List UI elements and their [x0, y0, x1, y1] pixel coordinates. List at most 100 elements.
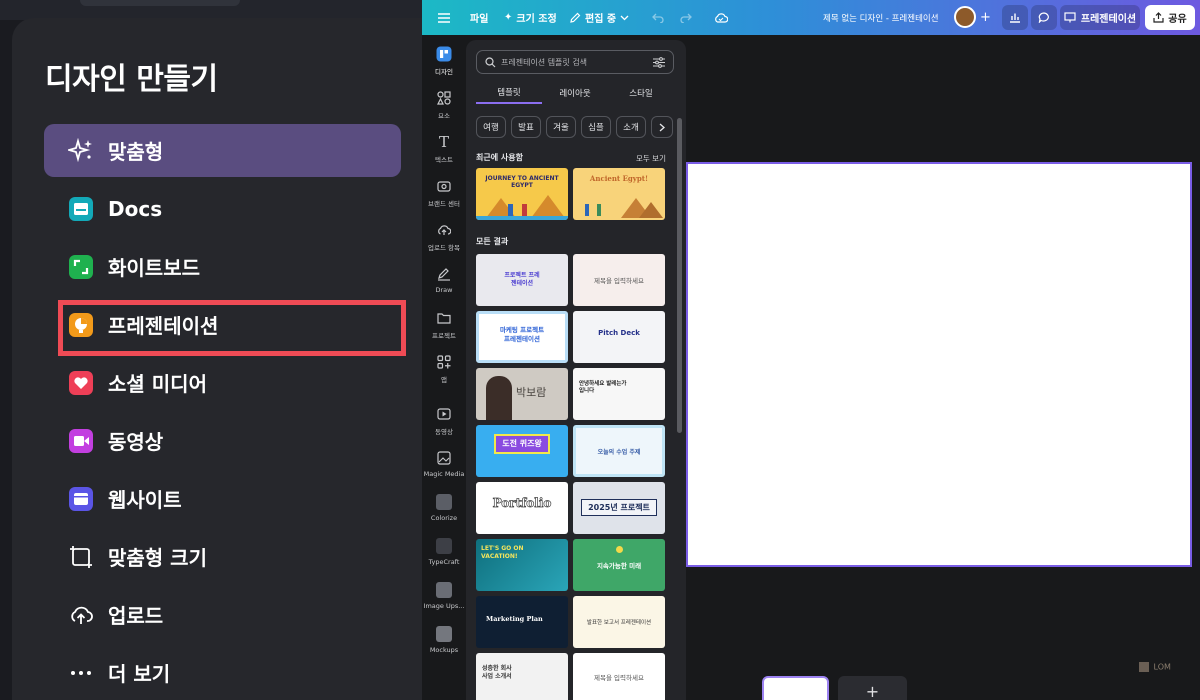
rail-item-elements[interactable]: 요소: [422, 89, 466, 120]
redo-icon[interactable]: [680, 0, 692, 35]
document-title[interactable]: 제목 없는 디자인 - 프레젠테이션: [823, 0, 939, 35]
template-title: LET'S GO ON VACATION!: [481, 545, 524, 560]
menu-item-custom-size[interactable]: 맞춤형 크기: [44, 530, 401, 583]
magic-media-icon: [435, 449, 453, 467]
recent-template-1[interactable]: JOURNEY TO ANCIENT EGYPT: [476, 168, 568, 220]
filter-icon[interactable]: [653, 57, 665, 68]
chip-simple[interactable]: 심플: [581, 116, 611, 138]
panel-scrollbar[interactable]: [677, 118, 682, 433]
rail-item-brand[interactable]: 브랜드 센터: [422, 177, 466, 208]
comment-icon[interactable]: [1031, 5, 1057, 30]
menu-item-social-media[interactable]: 소셜 미디어: [44, 356, 401, 409]
present-button[interactable]: 프레젠테이션: [1060, 5, 1140, 30]
menu-item-custom[interactable]: 맞춤형: [44, 124, 401, 177]
filter-chips: 여행 발표 겨울 심플 소개: [476, 116, 676, 138]
rail-item-projects[interactable]: 프로젝트: [422, 309, 466, 340]
rail-item-typecraft[interactable]: TypeCraft: [422, 537, 466, 566]
page-thumbnail[interactable]: [762, 676, 829, 700]
template-title: Portfolio: [492, 496, 552, 511]
editor-topbar: 파일 ✦ 크기 조정 편집 중 제목 없는 디자인 - 프레젠테이션 + 프레젠…: [422, 0, 1200, 35]
rail-item-image-upscaler[interactable]: Image Ups...: [422, 581, 466, 610]
add-collaborator-icon[interactable]: +: [980, 0, 991, 35]
menu-item-whiteboard[interactable]: 화이트보드: [44, 240, 401, 293]
rail-item-draw[interactable]: Draw: [422, 265, 466, 294]
resize-star-icon: ✦: [504, 12, 513, 23]
menu-item-upload[interactable]: 업로드: [44, 588, 401, 641]
rail-item-text[interactable]: T 텍스트: [422, 133, 466, 164]
video-icon: [435, 405, 453, 423]
template-result-13[interactable]: Marketing Plan: [476, 596, 568, 648]
website-icon: [66, 484, 96, 514]
rail-item-magic-media[interactable]: Magic Media: [422, 449, 466, 478]
recent-template-2[interactable]: Ancient Egypt!: [573, 168, 665, 220]
rail-label: 브랜드 센터: [428, 200, 460, 208]
tab-templates[interactable]: 템플릿: [476, 82, 542, 104]
rail-label: 동영상: [435, 428, 453, 436]
rail-label: TypeCraft: [428, 558, 460, 566]
chip-intro[interactable]: 소개: [616, 116, 646, 138]
menu-item-website[interactable]: 웹사이트: [44, 472, 401, 525]
rail-item-uploads[interactable]: 업로드 항목: [422, 221, 466, 252]
template-result-8[interactable]: 오늘의 수업 주제: [573, 425, 665, 477]
side-rail: 디자인 요소 T 텍스트 브랜드 센터 업로드 항목 Draw 프로젝트 앱 동…: [422, 35, 466, 700]
resize-icon: [66, 542, 96, 572]
templates-panel: 프레젠테이션 템플릿 검색 템플릿 레이아웃 스타일 여행 발표 겨울 심플 소…: [466, 40, 686, 700]
resize-menu[interactable]: ✦ 크기 조정: [504, 0, 557, 35]
template-result-2[interactable]: 제목을 입력하세요: [573, 254, 665, 306]
panel-tabs: 템플릿 레이아웃 스타일: [476, 82, 674, 104]
template-result-11[interactable]: LET'S GO ON VACATION!: [476, 539, 568, 591]
template-title: JOURNEY TO ANCIENT EGYPT: [485, 175, 559, 189]
rail-item-colorize[interactable]: Colorize: [422, 493, 466, 522]
template-result-9[interactable]: Portfolio: [476, 482, 568, 534]
docs-icon: [66, 194, 96, 224]
menu-item-docs[interactable]: Docs: [44, 182, 401, 235]
chip-travel[interactable]: 여행: [476, 116, 506, 138]
template-result-4[interactable]: Pitch Deck: [573, 311, 665, 363]
whiteboard-icon: [66, 252, 96, 282]
design-page[interactable]: [686, 162, 1192, 567]
rail-label: Mockups: [429, 646, 459, 654]
template-result-7[interactable]: 도전 퀴즈왕: [476, 425, 568, 477]
template-result-14[interactable]: 발표한 보고서 프레젠테이션: [573, 596, 665, 648]
chip-winter[interactable]: 겨울: [546, 116, 576, 138]
recent-label: 최근에 사용함: [476, 153, 523, 162]
template-result-15[interactable]: 성층한 회사 사업 소개서: [476, 653, 568, 700]
rail-item-apps[interactable]: 앱: [422, 353, 466, 384]
file-menu[interactable]: 파일: [470, 0, 488, 35]
cloud-saved-icon[interactable]: [714, 0, 728, 35]
menu-item-label: 맞춤형: [108, 140, 164, 164]
insights-icon[interactable]: [1002, 5, 1028, 30]
hamburger-menu-icon[interactable]: [438, 0, 450, 35]
add-page-button[interactable]: +: [838, 676, 907, 700]
image-upscaler-icon: [435, 581, 453, 599]
undo-icon[interactable]: [652, 0, 664, 35]
see-all-link[interactable]: 모두 보기: [636, 153, 666, 164]
typecraft-icon: [435, 537, 453, 555]
template-result-1[interactable]: 프로젝트 프레젠테이션: [476, 254, 568, 306]
template-search-input[interactable]: 프레젠테이션 템플릿 검색: [476, 50, 674, 74]
template-result-16[interactable]: 제목을 입력하세요: [573, 653, 665, 700]
avatar[interactable]: [954, 6, 976, 28]
tab-layouts[interactable]: 레이아웃: [542, 82, 608, 104]
share-button[interactable]: 공유: [1145, 5, 1195, 30]
template-result-5[interactable]: 박보람: [476, 368, 568, 420]
rail-item-video[interactable]: 동영상: [422, 405, 466, 436]
template-result-3[interactable]: 마케팅 프로젝트 프레젠테이션: [476, 311, 568, 363]
rail-item-mockups[interactable]: Mockups: [422, 625, 466, 654]
person-photo: [486, 376, 512, 420]
template-title: 성층한 회사 사업 소개서: [482, 665, 512, 680]
template-result-6[interactable]: 안녕하세요 발레는가입니다: [573, 368, 665, 420]
menu-item-more[interactable]: 더 보기: [44, 646, 401, 699]
chevron-right-icon[interactable]: [651, 116, 673, 138]
background-window-strip: [0, 0, 440, 20]
chip-presentation[interactable]: 발표: [511, 116, 541, 138]
rail-label: Image Ups...: [423, 602, 465, 610]
brand-icon: [435, 177, 453, 195]
edit-mode-menu[interactable]: 편집 중: [570, 0, 629, 35]
rail-item-design[interactable]: 디자인: [422, 45, 466, 76]
template-result-10[interactable]: 2025년 프로젝트: [573, 482, 665, 534]
tab-styles[interactable]: 스타일: [608, 82, 674, 104]
template-result-12[interactable]: 지속가능한 미래: [573, 539, 665, 591]
text-icon: T: [438, 133, 449, 151]
menu-item-video[interactable]: 동영상: [44, 414, 401, 467]
